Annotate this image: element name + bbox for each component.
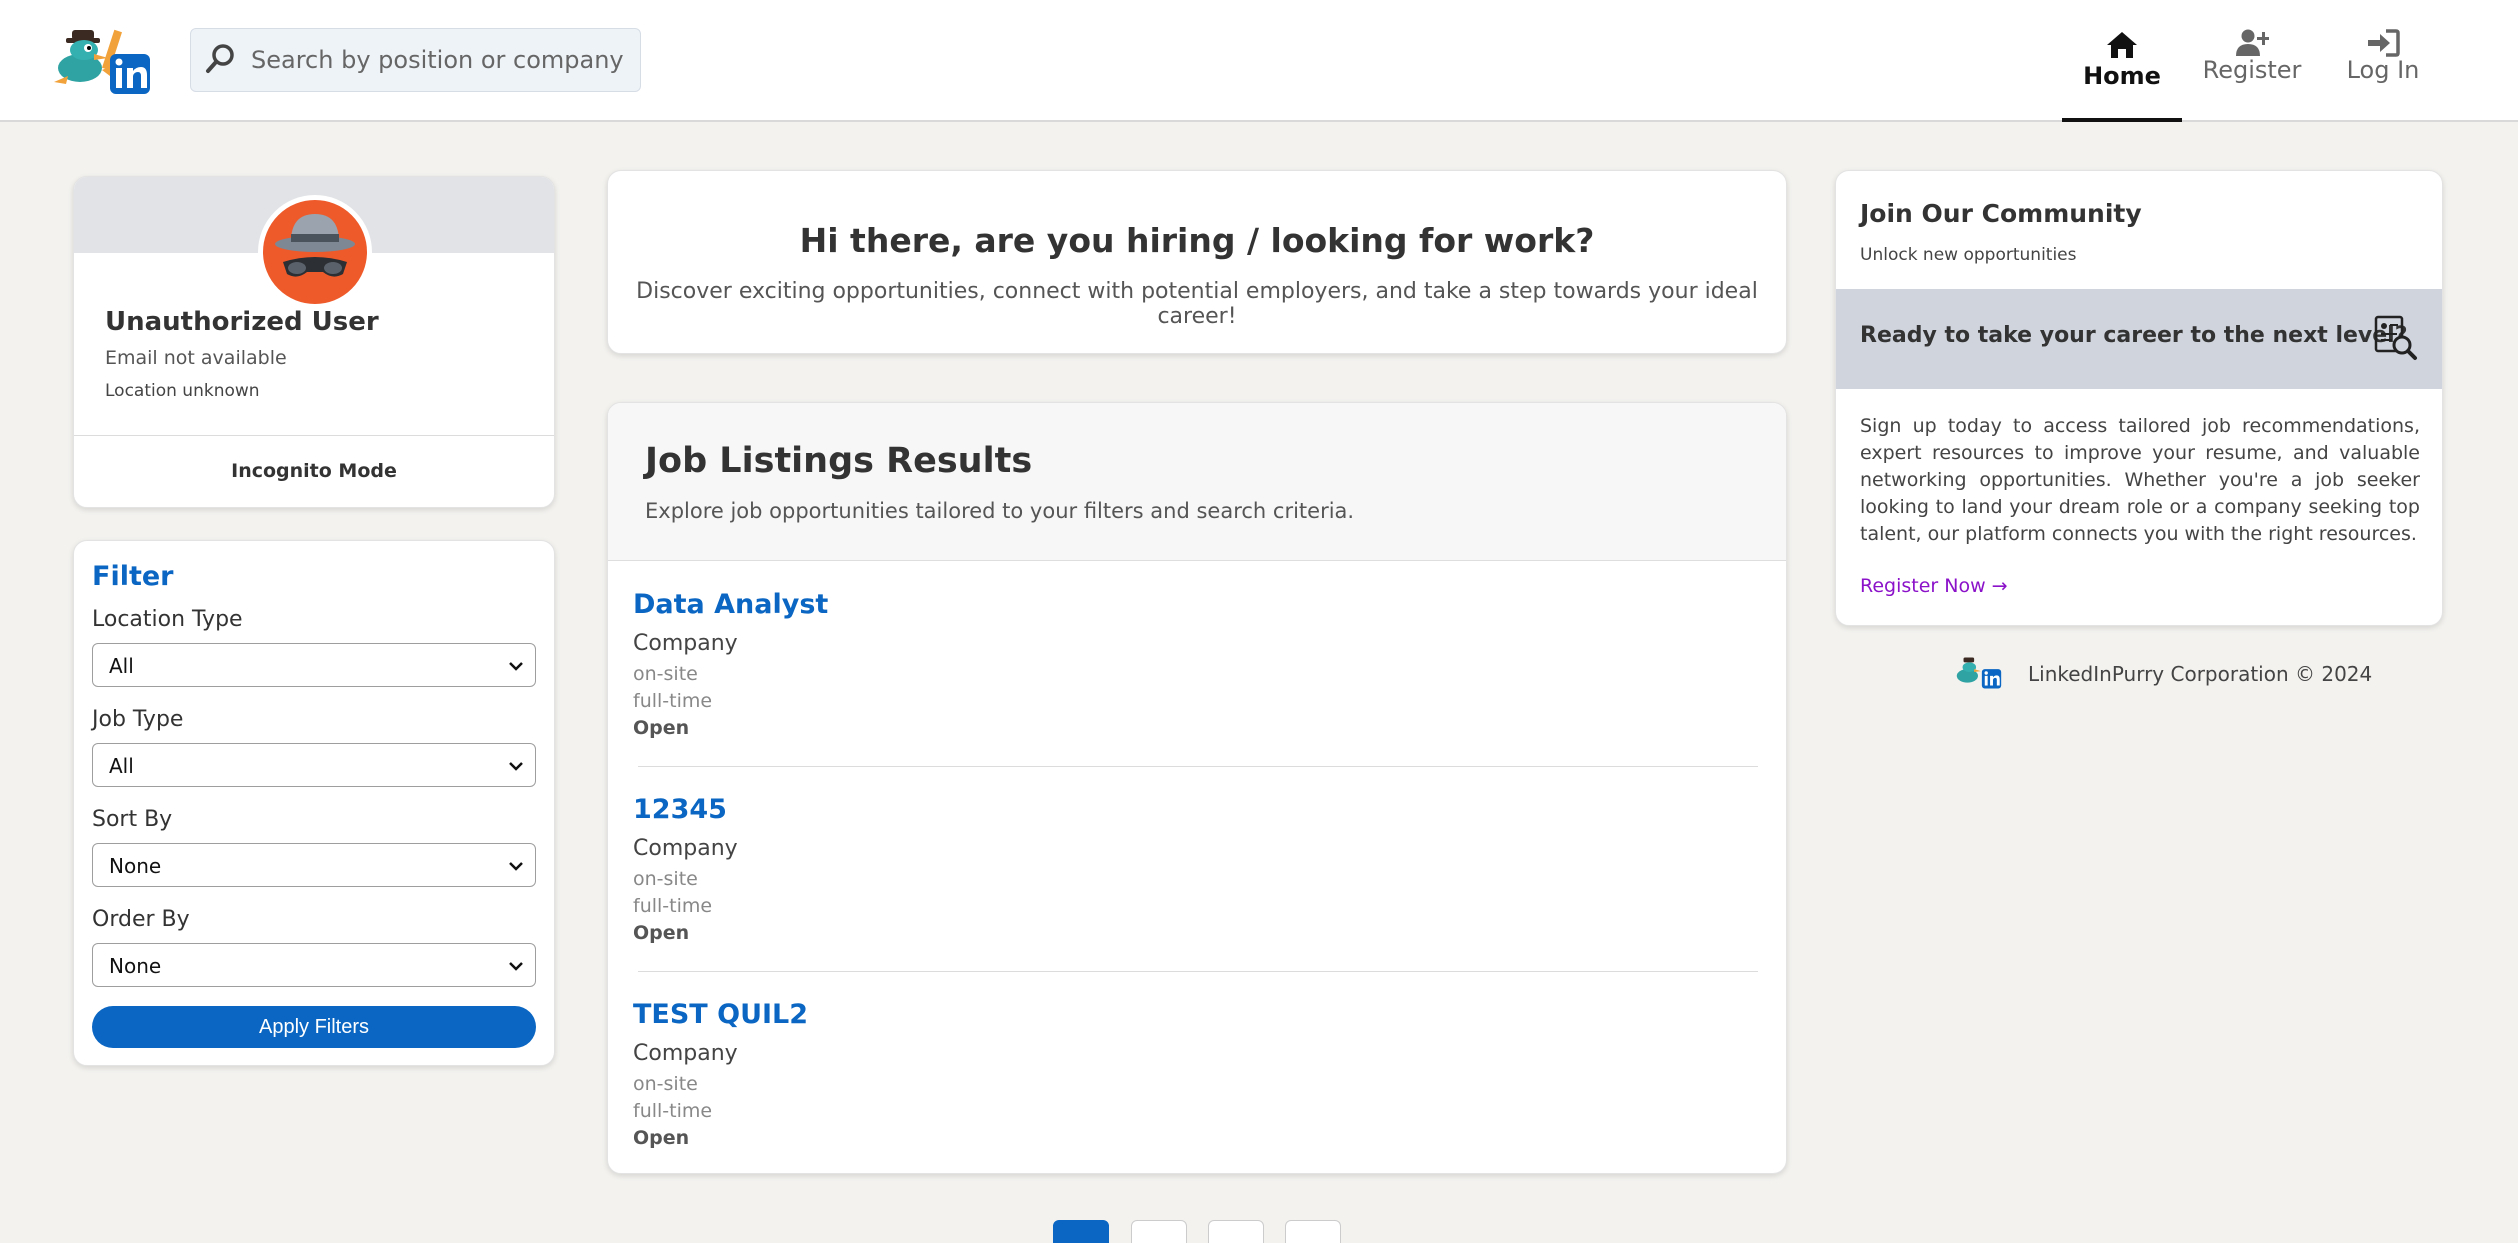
community-title: Join Our Community [1860, 199, 2142, 228]
job-type: full-time [633, 1100, 713, 1122]
profile-location: Location unknown [105, 381, 260, 401]
order-by-label: Order By [92, 907, 190, 932]
search-input[interactable] [251, 29, 631, 91]
job-title-link[interactable]: Data Analyst [633, 589, 828, 620]
community-banner-text: Ready to take your career to the next le… [1860, 323, 2408, 348]
chevron-down-icon [507, 757, 525, 775]
profile-email: Email not available [105, 347, 287, 369]
job-status: Open [633, 717, 690, 739]
resume-search-icon [2370, 313, 2418, 361]
community-subtitle: Unlock new opportunities [1860, 245, 2077, 265]
community-banner: Ready to take your career to the next le… [1836, 289, 2442, 389]
job-listings-card: Job Listings Results Explore job opportu… [607, 402, 1787, 1174]
sort-by-value: None [109, 854, 162, 878]
hero-card: Hi there, are you hiring / looking for w… [607, 170, 1787, 354]
job-company: Company [633, 1041, 738, 1066]
listings-header: Job Listings Results Explore job opportu… [608, 403, 1786, 561]
job-listing-item[interactable]: 12345 Company on-site full-time Open [633, 794, 1763, 954]
home-icon [2105, 30, 2139, 60]
hero-title: Hi there, are you hiring / looking for w… [799, 221, 1595, 260]
footer-logo [1950, 654, 2006, 692]
filter-title: Filter [92, 561, 174, 592]
job-type-value: All [109, 754, 134, 778]
register-now-link[interactable]: Register Now → [1860, 575, 2008, 597]
job-listing-item[interactable]: Data Analyst Company on-site full-time O… [633, 589, 1763, 749]
nav-register-label: Register [2202, 56, 2302, 84]
order-by-select[interactable]: None [92, 943, 536, 987]
linkedinpurry-logo[interactable] [44, 24, 160, 100]
job-divider [638, 971, 1758, 972]
sign-in-icon [2366, 28, 2400, 58]
job-location-type: on-site [633, 663, 698, 685]
chevron-down-icon [507, 957, 525, 975]
pagination-page-button[interactable] [1053, 1220, 1109, 1243]
top-navbar: Home Register Log In [0, 0, 2518, 122]
job-status: Open [633, 1127, 690, 1149]
job-company: Company [633, 631, 738, 656]
sort-by-label: Sort By [92, 807, 173, 832]
job-listing-item[interactable]: TEST QUIL2 Company on-site full-time Ope… [633, 999, 1763, 1159]
job-title-link[interactable]: 12345 [633, 794, 727, 825]
location-type-label: Location Type [92, 607, 243, 632]
nav-home[interactable]: Home [2062, 0, 2182, 122]
pagination-page-button[interactable] [1131, 1220, 1187, 1243]
profile-card: Unauthorized User Email not available Lo… [73, 176, 555, 508]
job-location-type: on-site [633, 1073, 698, 1095]
apply-filters-button[interactable]: Apply Filters [92, 1006, 536, 1048]
pagination-page-button[interactable] [1208, 1220, 1264, 1243]
listings-subtitle: Explore job opportunities tailored to yo… [645, 499, 1355, 523]
job-status: Open [633, 922, 690, 944]
job-type: full-time [633, 895, 713, 917]
location-type-value: All [109, 654, 134, 678]
job-divider [638, 766, 1758, 767]
chevron-down-icon [507, 857, 525, 875]
job-location-type: on-site [633, 868, 698, 890]
job-type-label: Job Type [92, 707, 184, 732]
job-type-select[interactable]: All [92, 743, 536, 787]
user-plus-icon [2235, 28, 2270, 58]
profile-divider [74, 435, 554, 436]
job-type: full-time [633, 690, 713, 712]
order-by-value: None [109, 954, 162, 978]
avatar [258, 195, 372, 309]
footer-copyright: LinkedInPurry Corporation © 2024 [2028, 662, 2373, 686]
nav-register[interactable]: Register [2192, 0, 2312, 122]
job-title-link[interactable]: TEST QUIL2 [633, 999, 808, 1030]
chevron-down-icon [507, 657, 525, 675]
pagination-page-button[interactable] [1285, 1220, 1341, 1243]
listings-title: Job Listings Results [645, 441, 1033, 481]
nav-login[interactable]: Log In [2323, 0, 2443, 122]
search-bar [190, 28, 641, 92]
sort-by-select[interactable]: None [92, 843, 536, 887]
community-body: Sign up today to access tailored job rec… [1860, 415, 2420, 545]
hero-subtitle: Discover exciting opportunities, connect… [636, 279, 1758, 329]
profile-name: Unauthorized User [105, 307, 379, 337]
nav-home-label: Home [2083, 62, 2161, 90]
community-card: Join Our Community Unlock new opportunit… [1835, 170, 2443, 626]
filter-card: Filter Location Type All Job Type All So… [73, 540, 555, 1066]
nav-login-label: Log In [2346, 56, 2420, 84]
search-icon [203, 41, 239, 77]
job-company: Company [633, 836, 738, 861]
incognito-mode-label: Incognito Mode [231, 460, 397, 482]
location-type-select[interactable]: All [92, 643, 536, 687]
